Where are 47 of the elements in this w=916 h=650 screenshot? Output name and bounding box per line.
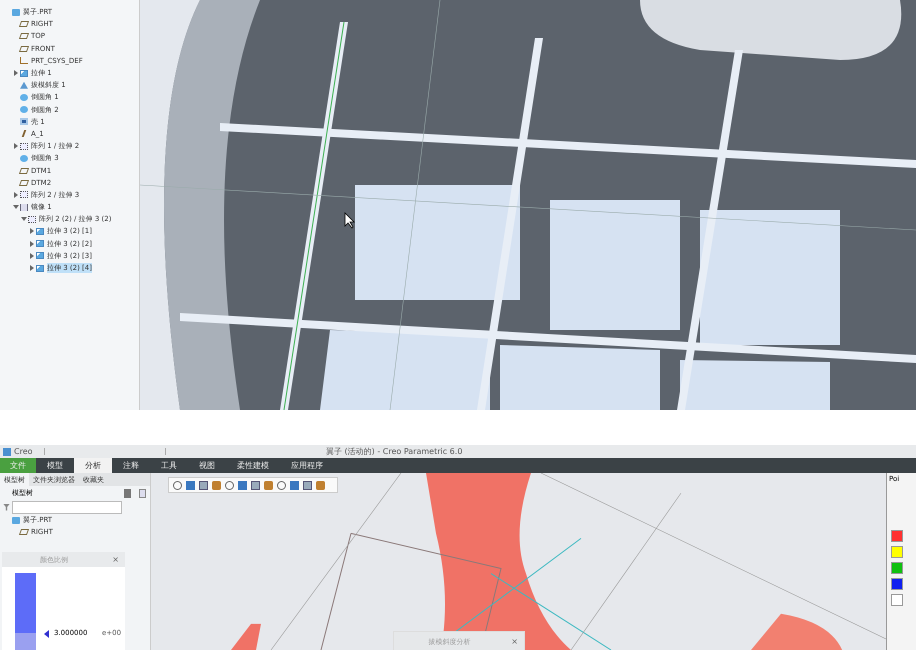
ribbon-tab[interactable]: 应用程序 xyxy=(280,458,334,473)
mirror-icon xyxy=(20,204,28,211)
ribbon-tab[interactable]: 注释 xyxy=(112,458,150,473)
expand-arrow-icon[interactable] xyxy=(28,240,36,248)
cursor-icon xyxy=(344,212,355,229)
pattern-icon xyxy=(20,142,28,150)
document-icon[interactable] xyxy=(139,488,146,498)
close-button[interactable]: × xyxy=(106,555,125,564)
shell-icon xyxy=(20,118,28,126)
pattern-icon xyxy=(20,191,28,198)
ribbon-tab[interactable]: 视图 xyxy=(188,458,226,473)
filter-icon[interactable] xyxy=(3,504,10,510)
expand-arrow-icon[interactable] xyxy=(28,264,36,272)
pointer-icon[interactable] xyxy=(44,630,49,638)
color-swatch[interactable] xyxy=(891,530,903,542)
axis-icon xyxy=(22,130,26,138)
round-icon xyxy=(20,154,28,162)
ribbon-tab[interactable]: 工具 xyxy=(150,458,188,473)
ribbon-tab[interactable]: 柔性建模 xyxy=(226,458,280,473)
color-swatch[interactable] xyxy=(891,578,903,590)
plane-icon xyxy=(18,529,30,536)
expand-arrow-icon[interactable] xyxy=(28,252,36,260)
close-button[interactable]: × xyxy=(505,637,524,646)
plane-icon xyxy=(18,180,30,186)
color-swatch[interactable] xyxy=(891,546,903,558)
plane-icon xyxy=(18,33,30,40)
part-icon xyxy=(12,8,20,16)
color-swatch[interactable] xyxy=(891,562,903,574)
plane-icon xyxy=(18,21,30,28)
search-field[interactable] xyxy=(12,500,122,514)
window-title: 翼子 (活动的) - Creo Parametric 6.0 xyxy=(326,446,462,457)
plane-icon xyxy=(18,46,30,52)
pattern-icon xyxy=(28,216,36,223)
expand-arrow-icon[interactable] xyxy=(12,142,20,150)
expand-arrow-icon[interactable] xyxy=(28,227,36,236)
draft-icon xyxy=(20,82,28,89)
app-logo-icon xyxy=(3,448,11,456)
ribbon-tab[interactable]: 分析 xyxy=(74,458,112,473)
expand-arrow-icon[interactable] xyxy=(12,190,20,199)
coordinate-system-icon xyxy=(20,57,28,64)
plane-icon xyxy=(18,168,30,174)
app-name: Creo xyxy=(14,447,34,456)
ribbon-tab[interactable]: 模型 xyxy=(36,458,74,473)
color-swatch[interactable] xyxy=(891,594,903,606)
expand-arrow-icon[interactable] xyxy=(12,69,20,78)
cube-icon xyxy=(20,70,28,77)
part-icon xyxy=(12,516,20,524)
